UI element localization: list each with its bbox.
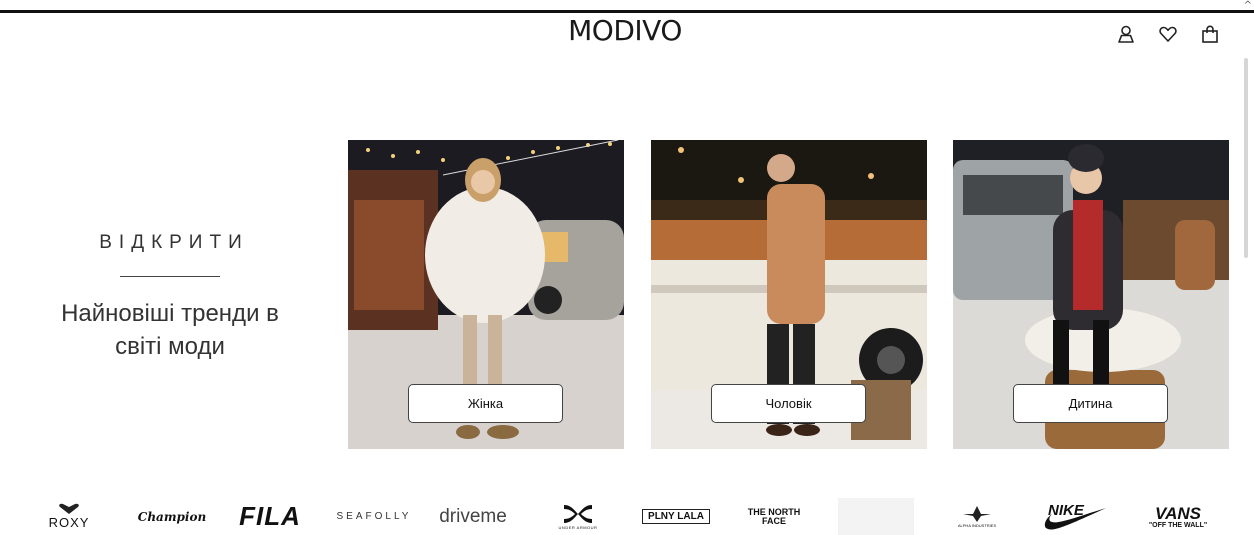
- brand-logo-fila[interactable]: FILA: [234, 498, 306, 535]
- promo-block: ВІДКРИТИ Найновіші тренди в світі моди: [20, 232, 320, 363]
- brand-logo-seafolly[interactable]: SEAFOLLY: [334, 498, 414, 535]
- heart-icon[interactable]: [1156, 22, 1180, 46]
- category-button-man[interactable]: Чоловік: [711, 384, 866, 423]
- brand-logo-roxy[interactable]: ROXY: [40, 498, 98, 535]
- brand-logo-plny-lala[interactable]: PLNY LALA: [638, 498, 714, 535]
- under-armour-icon: [564, 505, 592, 523]
- promo-divider: [120, 276, 220, 277]
- promo-headline: Найновіші тренди в світі моди: [20, 297, 320, 363]
- brand-logo-under-armour[interactable]: UNDER ARMOUR: [540, 498, 616, 535]
- brand-logo-nike[interactable]: NIKE: [1040, 498, 1112, 535]
- alpha-industries-icon: [963, 506, 991, 522]
- brand-logo-the-north-face[interactable]: THE NORTH FACE: [738, 498, 810, 535]
- category-card-child[interactable]: Дитина: [953, 140, 1229, 449]
- scrollbar-thumb[interactable]: [1244, 58, 1248, 258]
- category-button-child[interactable]: Дитина: [1013, 384, 1168, 423]
- brand-logo-alpha-industries[interactable]: ALPHA INDUSTRIES: [946, 498, 1008, 535]
- site-logo[interactable]: MODIVO: [560, 14, 690, 47]
- user-icon[interactable]: [1114, 22, 1138, 46]
- brand-strip: ROXY Champion FILA SEAFOLLY driveme UNDE…: [0, 498, 1254, 535]
- promo-headline-line2: світі моди: [115, 333, 225, 360]
- header-actions: [1114, 22, 1222, 46]
- top-border: [0, 10, 1254, 13]
- brand-logo-placeholder[interactable]: [838, 498, 914, 535]
- roxy-heart-icon: [59, 503, 79, 514]
- scroll-up-arrow-icon[interactable]: ^: [1244, 0, 1252, 11]
- brand-logo-champion[interactable]: Champion: [132, 498, 212, 535]
- promo-headline-line1: Найновіші тренди в: [61, 300, 279, 327]
- category-card-man[interactable]: Чоловік: [651, 140, 927, 449]
- brand-logo-driveme[interactable]: driveme: [432, 498, 514, 535]
- category-button-woman[interactable]: Жінка: [408, 384, 563, 423]
- promo-kicker: ВІДКРИТИ: [99, 232, 249, 253]
- category-card-woman[interactable]: Жінка: [348, 140, 624, 449]
- brand-logo-vans[interactable]: VANS "OFF THE WALL": [1138, 498, 1218, 535]
- bag-icon[interactable]: [1198, 22, 1222, 46]
